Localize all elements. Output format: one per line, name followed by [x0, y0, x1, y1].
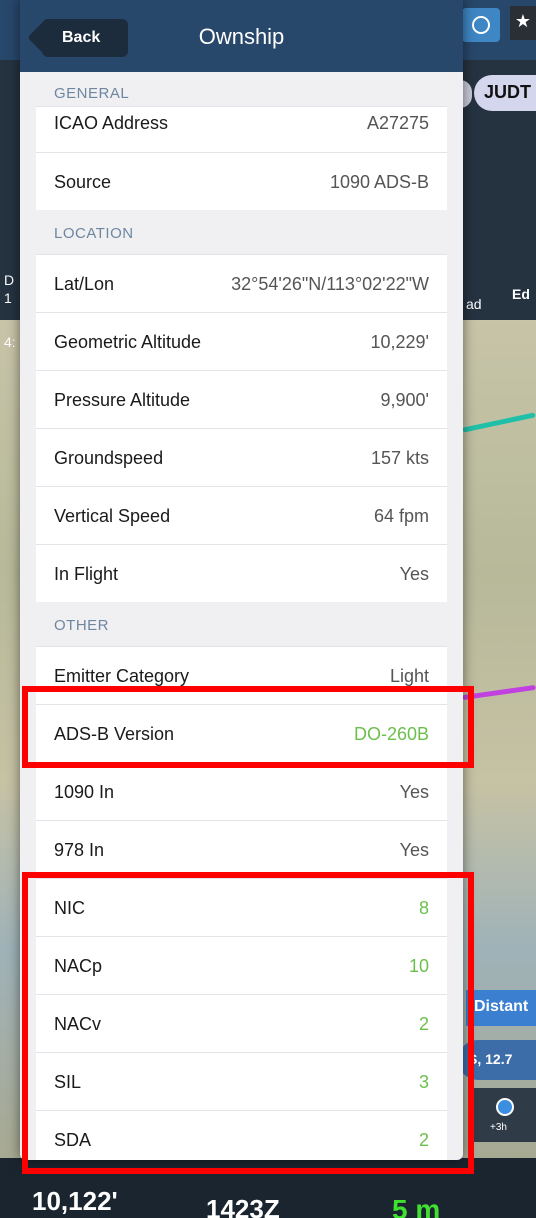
highlight-integrity-params — [22, 872, 474, 1174]
section-location: LOCATION — [36, 210, 447, 254]
row-label: Geometric Altitude — [54, 332, 202, 352]
row-value: 64 fpm — [373, 506, 429, 526]
side-text-3: 4: — [4, 334, 16, 350]
row-value: 9,900' — [380, 390, 429, 410]
row-groundspeed: Groundspeed 157 kts — [36, 428, 447, 486]
popover-header: Back Ownship — [20, 0, 463, 72]
airport-chip[interactable]: JUDT — [474, 75, 536, 111]
row-label: Lat/Lon — [54, 274, 115, 294]
highlight-adsb-version — [22, 686, 474, 768]
popover-title: Ownship — [198, 24, 285, 49]
row-value: 157 kts — [370, 448, 429, 468]
row-lat-lon: Lat/Lon 32°54'26"N/113°02'22"W — [36, 254, 447, 312]
row-label: Vertical Speed — [54, 506, 171, 526]
section-other: OTHER — [36, 602, 447, 646]
compass-icon[interactable] — [462, 8, 500, 42]
row-source: Source 1090 ADS-B — [36, 152, 447, 210]
timeline-knob[interactable] — [496, 1098, 514, 1116]
row-978-in: 978 In Yes — [36, 820, 447, 878]
timeline-label: +3h — [490, 1122, 507, 1133]
row-icao-address: ICAO Address A27275 — [36, 106, 447, 152]
star-icon[interactable]: ★ — [510, 6, 536, 40]
row-value: Yes — [399, 840, 429, 860]
row-vertical-speed: Vertical Speed 64 fpm — [36, 486, 447, 544]
side-text-4: ad — [466, 296, 482, 312]
row-value: 1090 ADS-B — [329, 172, 429, 192]
row-label: ICAO Address — [54, 113, 169, 133]
eta-readout: 5 m — [392, 1194, 441, 1218]
row-1090-in: 1090 In Yes — [36, 762, 447, 820]
row-geometric-altitude: Geometric Altitude 10,229' — [36, 312, 447, 370]
row-label: Emitter Category — [54, 666, 190, 686]
row-value: 10,229' — [370, 332, 430, 352]
row-label: In Flight — [54, 564, 119, 584]
row-label: Groundspeed — [54, 448, 164, 468]
row-label: 1090 In — [54, 782, 115, 802]
section-general: GENERAL — [36, 72, 447, 106]
row-value: A27275 — [366, 113, 429, 133]
time-readout: 1423Z — [206, 1194, 280, 1218]
altitude-readout: 10,122' — [32, 1186, 118, 1216]
row-label: Pressure Altitude — [54, 390, 191, 410]
row-value: Light — [389, 666, 429, 686]
distance-button[interactable]: Distant — [466, 990, 536, 1026]
side-text-1: D — [4, 272, 15, 288]
row-value: Yes — [399, 782, 429, 802]
row-label: 978 In — [54, 840, 105, 860]
row-pressure-altitude: Pressure Altitude 9,900' — [36, 370, 447, 428]
edit-tab[interactable]: Ed — [512, 286, 530, 302]
side-text-2: 1 — [4, 290, 12, 306]
row-value: 32°54'26"N/113°02'22"W — [231, 274, 429, 294]
row-value: Yes — [399, 564, 429, 584]
timeline-slider[interactable]: +3h — [470, 1088, 536, 1142]
row-label: Source — [54, 172, 112, 192]
row-in-flight: In Flight Yes — [36, 544, 447, 602]
